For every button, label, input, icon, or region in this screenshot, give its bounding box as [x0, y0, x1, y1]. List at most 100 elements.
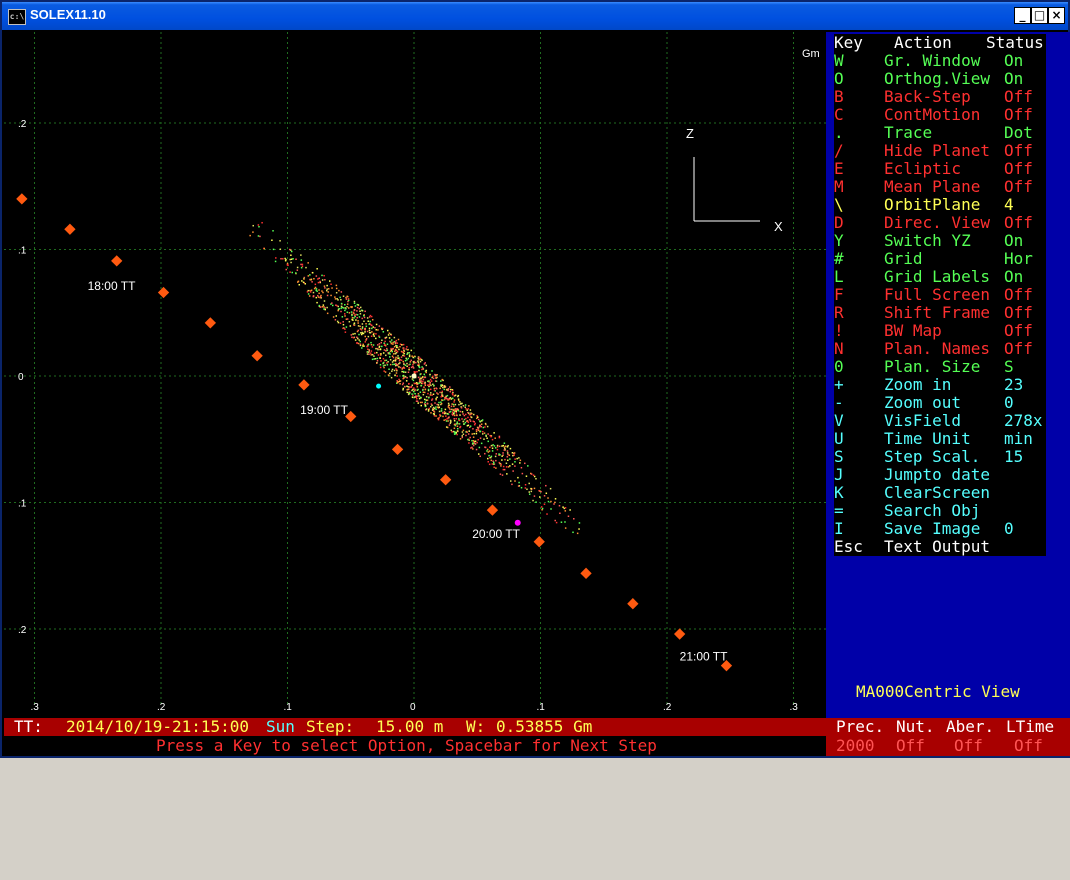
debris-dot	[328, 280, 331, 282]
debris-dot	[354, 305, 357, 307]
debris-dot	[455, 412, 458, 414]
debris-dot	[337, 305, 340, 308]
debris-dot	[378, 343, 381, 345]
debris-dot	[453, 418, 455, 420]
debris-dot	[300, 266, 303, 269]
debris-dot	[397, 357, 400, 360]
debris-dot	[394, 350, 396, 353]
track-marker	[627, 598, 639, 610]
debris-dot	[509, 480, 512, 482]
debris-dot	[462, 405, 465, 407]
debris-dot	[487, 433, 489, 435]
debris-dot	[502, 465, 505, 468]
prec-value: 2000	[836, 736, 875, 755]
debris-dot	[297, 280, 300, 283]
debris-dot	[327, 291, 330, 293]
debris-dot	[426, 384, 429, 386]
debris-dot	[428, 385, 430, 388]
debris-dot	[423, 398, 426, 401]
prec-headers: Prec. Nut. Aber. LTime	[826, 718, 1070, 736]
debris-dot	[290, 250, 293, 253]
debris-dot	[340, 310, 342, 313]
debris-dot	[468, 430, 470, 432]
debris-dot	[418, 397, 421, 400]
track-marker	[111, 255, 123, 267]
debris-dot	[335, 315, 337, 317]
debris-dot	[357, 320, 359, 322]
debris-dot	[479, 420, 481, 422]
debris-dot	[396, 380, 398, 382]
debris-dot	[323, 274, 325, 277]
debris-dot	[434, 373, 436, 376]
debris-dot	[359, 343, 362, 346]
debris-dot	[479, 430, 482, 433]
debris-dot	[292, 258, 294, 260]
debris-dot	[310, 279, 312, 281]
minimize-button[interactable]: _	[1014, 7, 1031, 24]
debris-dot	[364, 310, 366, 313]
debris-dot	[448, 407, 451, 409]
debris-dot	[417, 363, 420, 366]
debris-dot	[546, 513, 548, 515]
debris-dot	[486, 425, 489, 428]
debris-dot	[394, 341, 397, 343]
debris-dot	[461, 418, 463, 420]
debris-dot	[263, 247, 266, 250]
title-bar[interactable]: c:\ SOLEX11.10 _ □ ×	[2, 2, 1068, 30]
debris-dot	[427, 410, 430, 412]
debris-dot	[381, 339, 383, 342]
graphics-window[interactable]: .3 .2 .1 0 .1 .2 .3 .2 .1 0 .1 .2 Gm Z X 18:00 TT 19:00 …	[4, 32, 826, 718]
debris-dot	[369, 332, 372, 334]
debris-dot	[314, 283, 317, 286]
debris-dot	[421, 366, 423, 368]
debris-dot	[289, 271, 291, 273]
debris-dot	[426, 402, 429, 405]
close-button[interactable]: ×	[1048, 7, 1065, 24]
menu-item-status: Off	[1004, 87, 1033, 106]
debris-dot	[339, 296, 341, 299]
debris-dot	[440, 380, 442, 382]
debris-dot	[334, 298, 337, 300]
debris-dot	[452, 403, 455, 406]
debris-dot	[435, 387, 438, 390]
maximize-button[interactable]: □	[1031, 7, 1048, 24]
menu-item-key: V	[834, 411, 844, 430]
debris-dot	[385, 350, 387, 352]
debris-dot	[493, 461, 495, 464]
debris-dot	[402, 377, 404, 380]
debris-dot	[384, 340, 386, 343]
prompt-bar: Press a Key to select Option, Spacebar f…	[4, 736, 826, 756]
debris-dot	[419, 391, 422, 393]
menu-header: Key Action Status	[834, 34, 1044, 52]
debris-dot	[379, 348, 382, 350]
menu-item-status: On	[1004, 51, 1024, 70]
debris-dot	[503, 468, 506, 471]
debris-dot	[392, 353, 395, 355]
debris-dot	[346, 295, 348, 298]
debris-dot	[395, 358, 397, 361]
menu-header-status: Status	[986, 33, 1044, 52]
x-tick-label: .1	[284, 702, 293, 713]
menu-item-key: =	[834, 501, 844, 520]
debris-dot	[392, 363, 394, 366]
debris-dot	[562, 506, 564, 508]
debris-dot	[314, 286, 317, 289]
debris-dot	[441, 394, 444, 396]
debris-dot	[550, 508, 552, 510]
debris-dot	[414, 371, 417, 373]
debris-dot	[296, 266, 299, 269]
debris-dot	[473, 413, 475, 416]
debris-dot	[345, 307, 347, 310]
debris-dot	[530, 473, 533, 475]
debris-dot	[477, 453, 480, 455]
debris-dot	[429, 394, 432, 396]
step-label: Step:	[306, 717, 355, 736]
debris-dot	[433, 415, 436, 417]
debris-dot	[491, 438, 494, 441]
debris-dot	[521, 472, 524, 475]
debris-dot	[363, 328, 366, 330]
debris-dot	[419, 360, 422, 363]
debris-dot	[458, 403, 460, 406]
debris-dot	[439, 415, 441, 417]
menu-item-action: Switch YZ	[884, 231, 971, 250]
